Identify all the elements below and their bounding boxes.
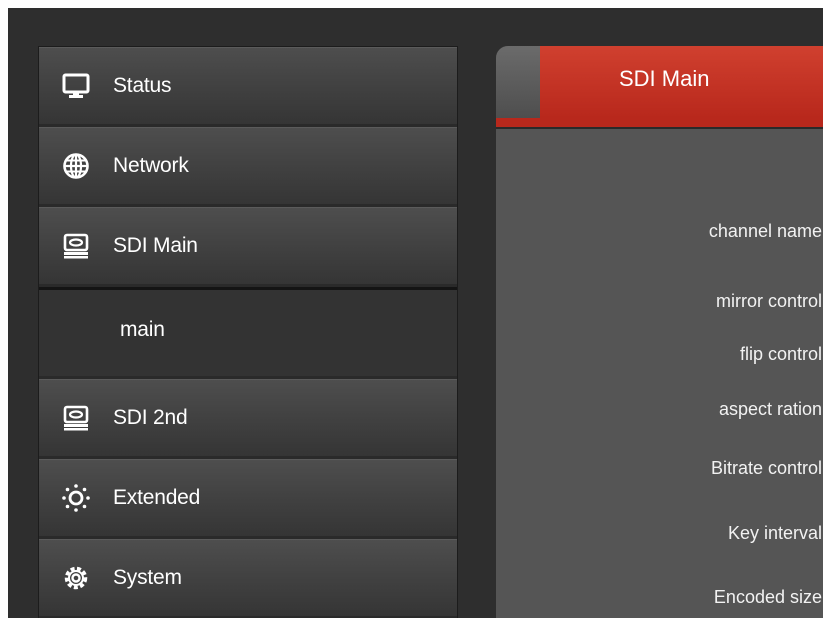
sun-gear-icon [61,483,91,513]
gear-icon [61,563,91,593]
sidebar-item-sdi-2nd[interactable]: SDI 2nd [39,379,457,459]
field-label-aspect-ration: aspect ration [718,399,822,419]
tab-sdi-main[interactable]: SDI Main [540,46,823,118]
sidebar-item-label: Status [113,73,172,97]
monitor-icon [61,71,91,101]
tab-bar: SDI Main [496,46,823,129]
field-label-bitrate-control: Bitrate control [710,458,822,478]
globe-icon [61,151,91,181]
field-label-channel-name: channel name [708,221,822,241]
tab-inactive[interactable] [496,46,540,128]
tab-underline [496,118,823,129]
sidebar-item-status[interactable]: Status [39,47,457,127]
sidebar-item-label: SDI 2nd [113,405,188,429]
sidebar-item-network[interactable]: Network [39,127,457,207]
sidebar-item-sdi-main[interactable]: SDI Main [39,207,457,287]
sidebar-item-extended[interactable]: Extended [39,459,457,539]
tab-label: SDI Main [619,66,710,91]
sidebar-item-system[interactable]: System [39,539,457,618]
settings-panel: SDI Main channel name mirror control fli… [496,46,823,618]
sidebar-item-label: Network [113,153,189,177]
sidebar-nav: Status Network SDI Main main SDI 2nd Ext… [38,46,458,618]
hard-drive-icon [61,403,91,433]
sidebar-subitem-main[interactable]: main [39,287,457,379]
field-label-flip-control: flip control [739,344,822,364]
field-label-key-interval: Key interval [727,523,822,543]
sidebar-item-label: System [113,565,182,589]
field-label-encoded-size: Encoded size [713,587,822,607]
sidebar-item-label: Extended [113,485,201,509]
app-window: Status Network SDI Main main SDI 2nd Ext… [8,8,823,618]
hard-drive-icon [61,231,91,261]
sidebar-item-label: main [120,318,165,341]
field-label-mirror-control: mirror control [715,291,822,311]
sidebar-item-label: SDI Main [113,233,198,257]
